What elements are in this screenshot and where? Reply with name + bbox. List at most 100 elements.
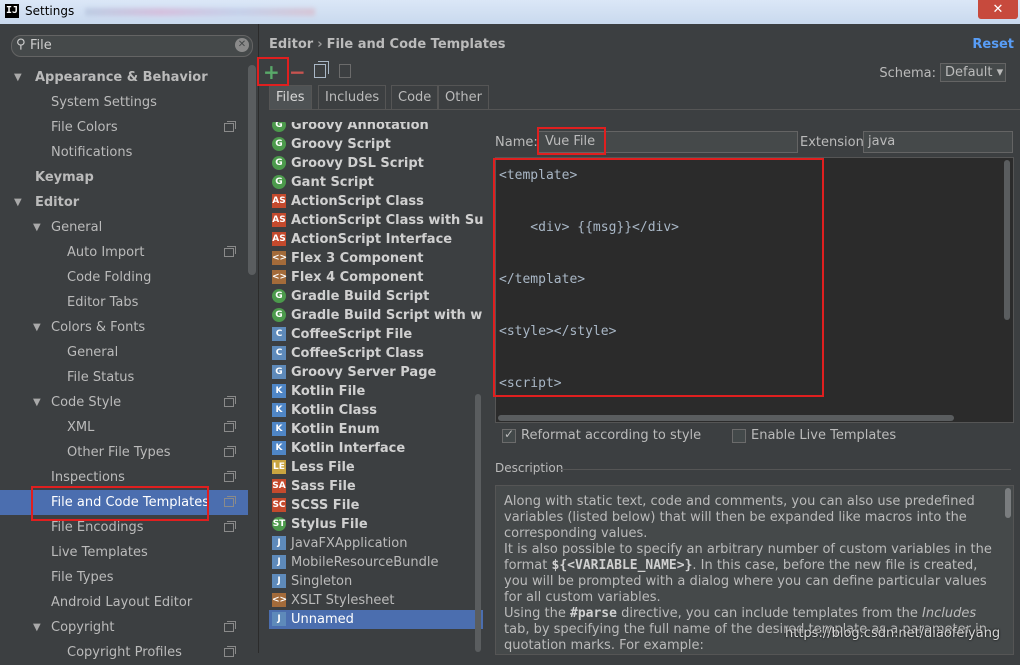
description-paragraph-1: Along with static text, code and comment… — [504, 494, 975, 541]
reformat-checkbox[interactable] — [502, 427, 516, 443]
template-item[interactable]: C CoffeeScript Class — [269, 344, 483, 363]
tree-item[interactable]: ▼ Editor — [0, 190, 248, 215]
tree-item[interactable]: Auto Import — [0, 240, 248, 265]
tree-item[interactable]: File Types — [0, 565, 248, 590]
template-item[interactable]: K Kotlin Class — [269, 401, 483, 420]
settings-search[interactable]: ⚲ ✕ — [11, 35, 253, 57]
variable-format: ${<VARIABLE_NAME>} — [551, 558, 693, 573]
description-paragraph-2: It is also possible to specify an arbitr… — [504, 542, 1000, 606]
template-item[interactable]: SC SCSS File — [269, 496, 483, 515]
template-item-label: ActionScript Class with Supers — [291, 213, 483, 228]
template-item[interactable]: AS ActionScript Class with Supers — [269, 211, 483, 230]
file-type-icon: J — [272, 612, 286, 626]
reset-link[interactable]: Reset — [972, 37, 1014, 52]
template-item[interactable]: <> Flex 3 Component — [269, 249, 483, 268]
extension-input[interactable]: java — [863, 131, 1013, 153]
template-item[interactable]: <> Flex 4 Component — [269, 268, 483, 287]
file-type-icon: G — [272, 137, 286, 151]
file-type-icon: K — [272, 384, 286, 398]
tab-code[interactable]: Code — [391, 85, 439, 109]
template-item[interactable]: G Groovy Server Page — [269, 363, 483, 382]
template-item[interactable]: K Kotlin Enum — [269, 420, 483, 439]
template-item[interactable]: K Kotlin Interface — [269, 439, 483, 458]
expand-arrow-icon[interactable]: ▼ — [33, 215, 41, 240]
template-item[interactable]: G Gant Script — [269, 173, 483, 192]
highlight-add-button — [257, 57, 289, 86]
tree-item[interactable]: ▼ Colors & Fonts — [0, 315, 248, 340]
template-item[interactable]: G Groovy DSL Script — [269, 154, 483, 173]
tree-item[interactable]: General — [0, 340, 248, 365]
template-item[interactable]: K Kotlin File — [269, 382, 483, 401]
template-item-label: ActionScript Interface — [291, 232, 453, 247]
live-templates-checkbox[interactable] — [732, 429, 746, 443]
tree-item[interactable]: Other File Types — [0, 440, 248, 465]
tree-item[interactable]: Editor Tabs — [0, 290, 248, 315]
expand-arrow-icon[interactable]: ▼ — [33, 615, 41, 640]
template-item-label: JavaFXApplication — [291, 536, 408, 551]
template-item[interactable]: AS ActionScript Interface — [269, 230, 483, 249]
template-item[interactable]: G Gradle Build Script with wrapper — [269, 306, 483, 325]
tab-other[interactable]: Other — [438, 85, 489, 109]
extension-label: Extension: — [800, 135, 869, 150]
tree-item[interactable]: Keymap — [0, 165, 248, 190]
sidebar-scrollbar[interactable] — [248, 65, 256, 275]
expand-arrow-icon[interactable]: ▼ — [14, 190, 22, 215]
template-item[interactable]: J Unnamed — [269, 610, 483, 629]
file-type-icon: SC — [272, 498, 286, 512]
template-item-label: Groovy DSL Script — [291, 156, 424, 171]
template-item[interactable]: <> XSLT Stylesheet — [269, 591, 483, 610]
clear-search-icon[interactable]: ✕ — [235, 38, 249, 52]
template-item[interactable]: G Groovy Script — [269, 135, 483, 154]
template-item[interactable]: G Groovy Annotation — [269, 122, 483, 135]
template-item[interactable]: ST Stylus File — [269, 515, 483, 534]
tree-item[interactable]: System Settings — [0, 90, 248, 115]
search-input[interactable] — [30, 37, 230, 54]
template-item[interactable]: G Gradle Build Script — [269, 287, 483, 306]
tree-item[interactable]: Code Folding — [0, 265, 248, 290]
tree-item[interactable]: XML — [0, 415, 248, 440]
tree-item[interactable]: ▼ Appearance & Behavior — [0, 65, 248, 90]
template-list-scrollbar[interactable] — [475, 394, 481, 652]
tree-item[interactable]: File Colors — [0, 115, 248, 140]
tree-item[interactable]: Live Templates — [0, 540, 248, 565]
watermark: https://blog.csdn.net/diaofeiyang — [785, 626, 1001, 641]
editor-vertical-scrollbar[interactable] — [1004, 160, 1010, 320]
template-item[interactable]: J Singleton — [269, 572, 483, 591]
expand-arrow-icon[interactable]: ▼ — [14, 65, 22, 90]
template-item[interactable]: C CoffeeScript File — [269, 325, 483, 344]
tree-item[interactable]: ▼ General — [0, 215, 248, 240]
file-type-icon: J — [272, 536, 286, 550]
template-item[interactable]: J MobileResourceBundle — [269, 553, 483, 572]
breadcrumb-parent: Editor — [269, 37, 314, 52]
tree-item-label: File Colors — [51, 120, 118, 135]
remove-template-button[interactable]: − — [289, 62, 306, 82]
tree-item-label: File Types — [51, 570, 114, 585]
template-item[interactable]: LE Less File — [269, 458, 483, 477]
tree-item[interactable]: ▼ Code Style — [0, 390, 248, 415]
parse-directive: #parse — [570, 606, 617, 621]
template-item-label: Singleton — [291, 574, 353, 589]
project-scope-icon — [224, 396, 236, 407]
schema-select[interactable]: Default ▾ — [940, 63, 1006, 82]
tab-files[interactable]: Files — [269, 85, 312, 109]
tree-item-label: General — [67, 345, 119, 360]
editor-horizontal-scrollbar[interactable] — [498, 415, 954, 421]
template-item[interactable]: SA Sass File — [269, 477, 483, 496]
tree-item-label: Appearance & Behavior — [35, 70, 208, 85]
template-item[interactable]: J JavaFXApplication — [269, 534, 483, 553]
close-button[interactable]: ✕ — [978, 0, 1018, 19]
copy-template-icon[interactable] — [314, 61, 329, 78]
tree-item-label: Editor — [35, 195, 80, 210]
tree-item[interactable]: Android Layout Editor — [0, 590, 248, 615]
template-item[interactable]: AS ActionScript Class — [269, 192, 483, 211]
expand-arrow-icon[interactable]: ▼ — [33, 315, 41, 340]
tree-item[interactable]: Notifications — [0, 140, 248, 165]
tab-includes[interactable]: Includes — [318, 85, 387, 109]
file-type-icon: G — [272, 175, 286, 189]
tree-item[interactable]: ▼ Copyright — [0, 615, 248, 640]
reset-template-icon[interactable] — [339, 64, 351, 78]
tree-item[interactable]: File Status — [0, 365, 248, 390]
description-scrollbar[interactable] — [1005, 488, 1011, 518]
project-scope-icon — [224, 496, 236, 507]
expand-arrow-icon[interactable]: ▼ — [33, 390, 41, 415]
